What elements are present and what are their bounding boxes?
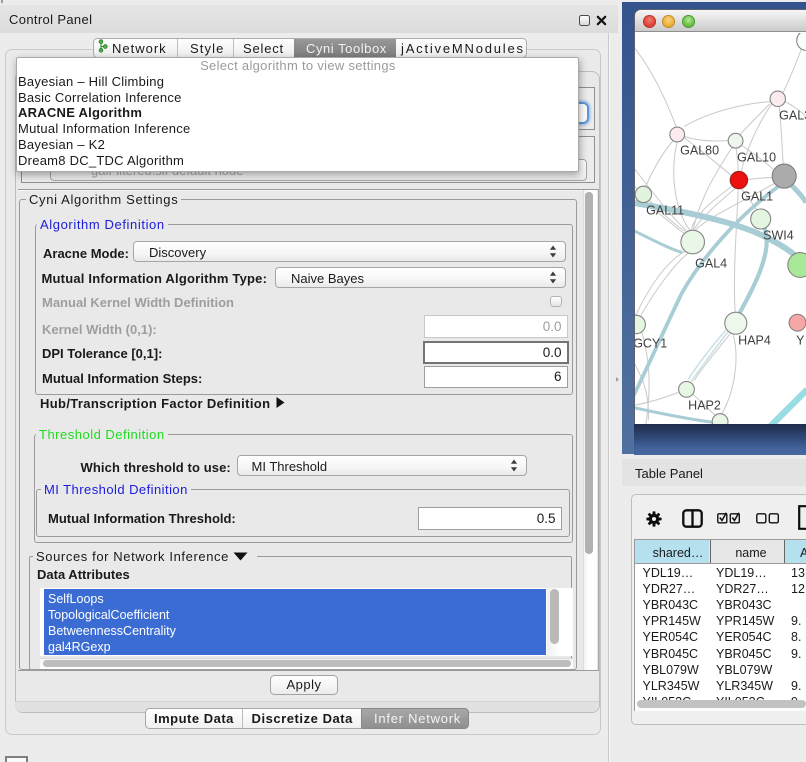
svg-text:SWI4: SWI4 — [763, 228, 794, 242]
svg-text:GCY1: GCY1 — [635, 336, 667, 350]
svg-text:GAL80: GAL80 — [680, 143, 719, 157]
svg-text:Y: Y — [796, 333, 805, 347]
svg-text:HAP2: HAP2 — [688, 398, 721, 412]
svg-text:GAL4: GAL4 — [695, 256, 727, 270]
svg-text:GAL3: GAL3 — [779, 108, 806, 122]
svg-text:GAL10: GAL10 — [737, 150, 776, 164]
svg-text:GAL1: GAL1 — [741, 189, 773, 203]
svg-text:HAP4: HAP4 — [738, 333, 771, 347]
svg-text:GAL11: GAL11 — [646, 203, 684, 217]
